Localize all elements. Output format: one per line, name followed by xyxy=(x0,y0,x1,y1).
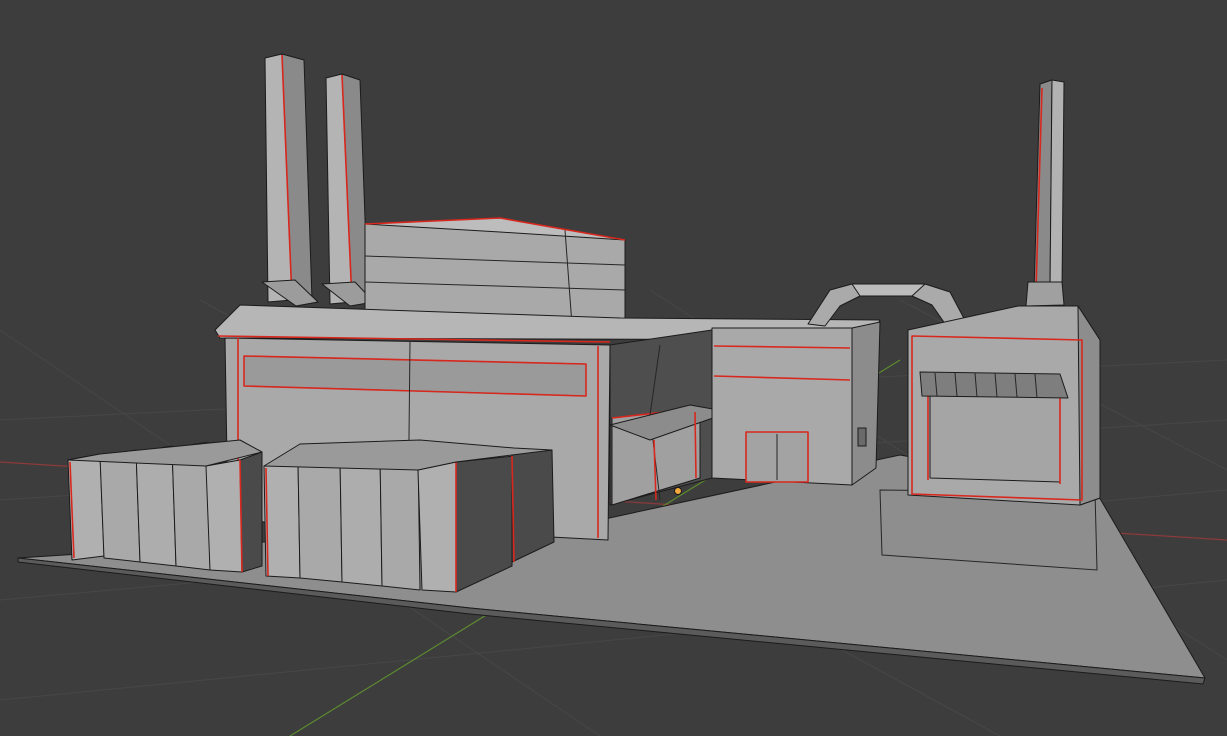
container-6 xyxy=(263,459,301,579)
container-1 xyxy=(67,453,105,561)
chimney-right[interactable] xyxy=(1025,79,1065,307)
viewport-canvas[interactable] xyxy=(0,0,1227,736)
container-2 xyxy=(99,449,141,563)
container-11 xyxy=(511,449,555,563)
container-7 xyxy=(297,455,343,583)
container-9 xyxy=(379,449,421,591)
chimney-left-1[interactable] xyxy=(261,53,319,307)
container-5 xyxy=(205,451,263,573)
container-8 xyxy=(339,451,383,587)
middle-building[interactable] xyxy=(711,321,881,486)
container-10 xyxy=(417,455,515,593)
3d-viewport[interactable] xyxy=(0,0,1227,736)
garage-building[interactable] xyxy=(907,305,1101,506)
object-origin-icon[interactable] xyxy=(674,487,682,495)
